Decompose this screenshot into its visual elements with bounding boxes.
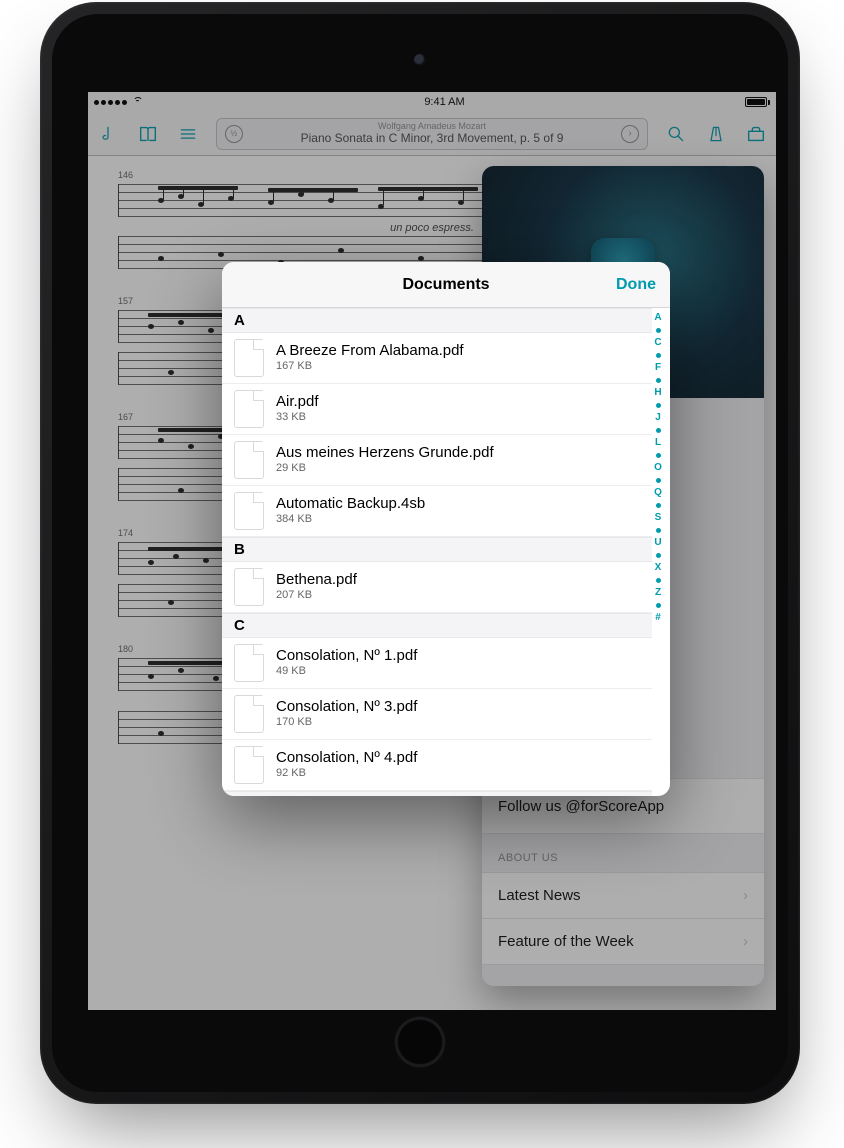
file-size: 33 KB — [276, 411, 319, 424]
index-letter[interactable]: Z — [655, 587, 661, 598]
file-row[interactable]: Bethena.pdf 207 KB — [222, 562, 652, 613]
index-letter[interactable]: J — [655, 412, 661, 423]
section-header: D — [222, 791, 652, 796]
file-name: Consolation, Nº 3.pdf — [276, 698, 417, 716]
file-size: 29 KB — [276, 462, 494, 475]
index-letter[interactable]: C — [654, 337, 661, 348]
file-name: Bethena.pdf — [276, 571, 357, 589]
done-button[interactable]: Done — [616, 276, 656, 294]
file-size: 384 KB — [276, 513, 425, 526]
section-header: B — [222, 537, 652, 562]
file-name: Air.pdf — [276, 393, 319, 411]
ipad-bezel: 146 — [52, 14, 788, 1092]
file-row[interactable]: Automatic Backup.4sb 384 KB — [222, 486, 652, 537]
documents-modal: Documents Done A A Breeze From Alabama.p… — [222, 262, 670, 796]
file-row[interactable]: Consolation, Nº 3.pdf 170 KB — [222, 689, 652, 740]
index-dot-icon — [656, 328, 661, 333]
file-row[interactable]: Aus meines Herzens Grunde.pdf 29 KB — [222, 435, 652, 486]
file-size: 92 KB — [276, 767, 417, 780]
index-letter[interactable]: X — [655, 562, 662, 573]
index-dot-icon — [656, 353, 661, 358]
index-dot-icon — [656, 578, 661, 583]
front-camera — [414, 54, 426, 66]
file-icon — [234, 568, 264, 606]
file-icon — [234, 644, 264, 682]
index-dot-icon — [656, 603, 661, 608]
index-letter[interactable]: U — [654, 537, 661, 548]
section-header: C — [222, 613, 652, 638]
index-dot-icon — [656, 528, 661, 533]
file-row[interactable]: Consolation, Nº 4.pdf 92 KB — [222, 740, 652, 791]
index-letter[interactable]: Q — [654, 487, 662, 498]
file-name: Consolation, Nº 4.pdf — [276, 749, 417, 767]
file-row[interactable]: Air.pdf 33 KB — [222, 384, 652, 435]
file-size: 167 KB — [276, 360, 464, 373]
index-letter[interactable]: F — [655, 362, 661, 373]
file-name: Automatic Backup.4sb — [276, 495, 425, 513]
index-dot-icon — [656, 378, 661, 383]
file-icon — [234, 390, 264, 428]
modal-header: Documents Done — [222, 262, 670, 308]
file-name: Consolation, Nº 1.pdf — [276, 647, 417, 665]
ipad-frame: 146 — [40, 2, 800, 1104]
index-dot-icon — [656, 553, 661, 558]
home-button[interactable] — [392, 1014, 448, 1070]
file-icon — [234, 746, 264, 784]
index-dot-icon — [656, 453, 661, 458]
file-icon — [234, 492, 264, 530]
file-name: Aus meines Herzens Grunde.pdf — [276, 444, 494, 462]
file-icon — [234, 339, 264, 377]
index-dot-icon — [656, 403, 661, 408]
section-header: A — [222, 308, 652, 333]
index-dot-icon — [656, 428, 661, 433]
file-icon — [234, 695, 264, 733]
file-name: A Breeze From Alabama.pdf — [276, 342, 464, 360]
index-dot-icon — [656, 478, 661, 483]
screen: 146 — [88, 92, 776, 1010]
modal-title: Documents — [402, 276, 489, 294]
index-letter[interactable]: S — [655, 512, 662, 523]
file-icon — [234, 441, 264, 479]
file-size: 170 KB — [276, 716, 417, 729]
index-letter[interactable]: L — [655, 437, 661, 448]
file-row[interactable]: Consolation, Nº 1.pdf 49 KB — [222, 638, 652, 689]
alpha-index[interactable]: A C F H J L O Q S U X — [650, 312, 666, 788]
index-letter[interactable]: O — [654, 462, 662, 473]
file-size: 207 KB — [276, 589, 357, 602]
file-row[interactable]: A Breeze From Alabama.pdf 167 KB — [222, 333, 652, 384]
index-letter[interactable]: A — [654, 312, 661, 323]
index-letter[interactable]: H — [654, 387, 661, 398]
index-dot-icon — [656, 503, 661, 508]
index-letter[interactable]: # — [655, 612, 661, 623]
file-size: 49 KB — [276, 665, 417, 678]
documents-list[interactable]: A A Breeze From Alabama.pdf 167 KB Air.p… — [222, 308, 652, 796]
